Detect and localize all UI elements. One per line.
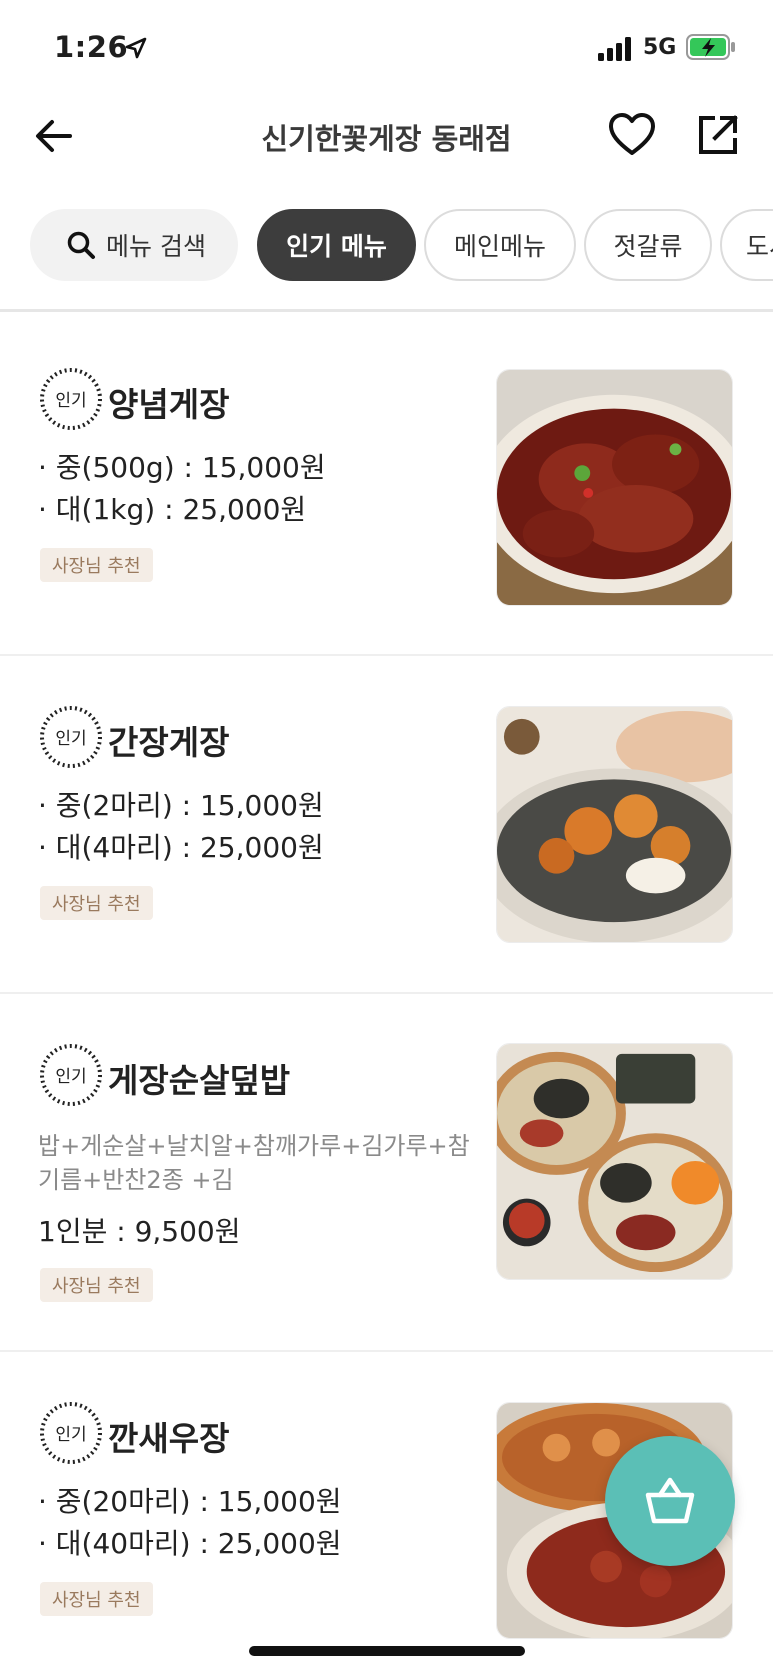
share-icon[interactable]	[695, 112, 741, 158]
svg-text:인기: 인기	[55, 391, 86, 411]
battery-charging-icon	[686, 34, 735, 60]
menu-item-name: 게장순살덮밥	[108, 1061, 291, 1100]
menu-item-name: 간장게장	[108, 723, 230, 762]
home-indicator	[249, 1646, 525, 1656]
food-photo-yangnyeom-gejang	[496, 369, 733, 606]
popular-badge-icon: 인기	[40, 706, 102, 768]
heart-icon[interactable]	[607, 110, 657, 160]
category-chip-row: 메뉴 검색 인기 메뉴 메인메뉴 젓갈류 도시	[0, 209, 773, 283]
search-icon	[67, 231, 95, 259]
food-photo-deopbap	[496, 1043, 733, 1280]
menu-search-chip[interactable]: 메뉴 검색	[30, 209, 238, 281]
menu-item-name: 깐새우장	[108, 1419, 230, 1458]
price-line: · 중(20마리) : 15,000원	[38, 1485, 342, 1518]
location-arrow-icon	[125, 37, 147, 59]
recommendation-tag: 사장님 추천	[40, 1582, 153, 1616]
recommendation-tag: 사장님 추천	[40, 886, 153, 920]
price-line: · 중(500g) : 15,000원	[38, 451, 326, 484]
signal-icon	[598, 37, 631, 61]
svg-text:인기: 인기	[55, 729, 86, 749]
popular-badge-icon: 인기	[40, 368, 102, 430]
page-title: 신기한꽃게장 동래점	[261, 122, 512, 156]
menu-item-name: 양념게장	[108, 385, 230, 424]
price-line: · 대(40마리) : 25,000원	[38, 1527, 342, 1560]
network-label: 5G	[643, 35, 677, 60]
menu-description: 기름+반찬2종 +김	[38, 1166, 234, 1194]
price-line: 1인분 : 9,500원	[38, 1215, 241, 1248]
status-time: 1:26	[54, 30, 129, 64]
chip-next-category[interactable]: 도시	[720, 209, 773, 281]
svg-text:인기: 인기	[55, 1425, 86, 1445]
popular-badge-icon: 인기	[40, 1402, 102, 1464]
popular-badge-icon: 인기	[40, 1044, 102, 1106]
price-line: · 대(4마리) : 25,000원	[38, 831, 324, 864]
basket-icon	[645, 1477, 695, 1524]
menu-item-ganjang-gejang[interactable]: 인기 간장게장 · 중(2마리) : 15,000원 · 대(4마리) : 25…	[0, 656, 773, 992]
price-line: · 대(1kg) : 25,000원	[38, 493, 307, 526]
chip-popular-menu[interactable]: 인기 메뉴	[257, 209, 416, 281]
chip-main-menu[interactable]: 메인메뉴	[424, 209, 576, 281]
recommendation-tag: 사장님 추천	[40, 548, 153, 582]
chip-jeotgal[interactable]: 젓갈류	[584, 209, 712, 281]
recommendation-tag: 사장님 추천	[40, 1268, 153, 1302]
food-photo-ganjang-gejang	[496, 706, 733, 943]
status-bar: 1:26 5G	[0, 0, 773, 96]
menu-description: 밥+게순살+날치알+참깨가루+김가루+참	[38, 1132, 470, 1160]
svg-text:인기: 인기	[55, 1067, 86, 1087]
chip-label: 메뉴 검색	[106, 232, 206, 261]
price-line: · 중(2마리) : 15,000원	[38, 789, 324, 822]
menu-item-gejang-sunsal-deopbap[interactable]: 인기 게장순살덮밥 밥+게순살+날치알+참깨가루+김가루+참 기름+반찬2종 +…	[0, 994, 773, 1350]
cart-button[interactable]	[605, 1436, 735, 1566]
menu-item-yangnyeom-gejang[interactable]: 인기 양념게장 · 중(500g) : 15,000원 · 대(1kg) : 2…	[0, 312, 773, 654]
